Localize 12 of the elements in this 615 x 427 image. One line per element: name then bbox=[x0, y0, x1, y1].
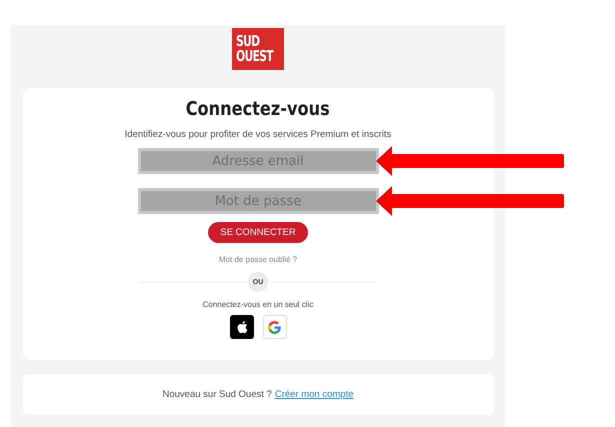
login-button[interactable]: SE CONNECTER bbox=[208, 222, 308, 243]
signup-text: Nouveau sur Sud Ouest ? bbox=[162, 389, 272, 400]
google-icon bbox=[268, 320, 281, 334]
google-login-button[interactable] bbox=[262, 315, 286, 339]
title: Connectez-vous bbox=[186, 98, 330, 120]
logo: SUD OUEST bbox=[232, 28, 284, 70]
subtitle: Identifiez-vous pour profiter de vos services Premium et inscrits bbox=[124, 129, 392, 140]
forgot-password-link[interactable]: Mot de passe oublié ? bbox=[218, 255, 298, 264]
create-account-link[interactable]: Créer mon compte bbox=[274, 389, 354, 400]
apple-login-button[interactable] bbox=[230, 315, 254, 339]
social-login-label: Connectez-vous en un seul clic bbox=[202, 300, 314, 309]
apple-icon bbox=[236, 320, 248, 334]
